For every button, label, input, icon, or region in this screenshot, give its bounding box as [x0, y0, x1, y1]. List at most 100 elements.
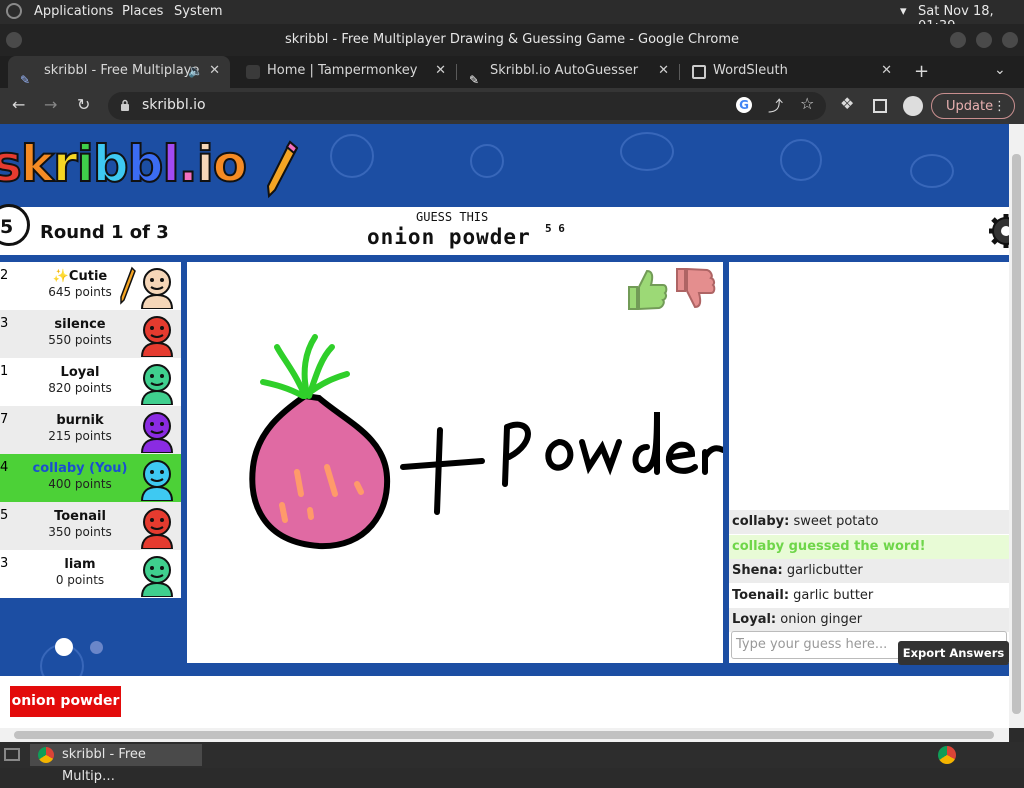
- share-icon[interactable]: ⤴: [768, 95, 783, 116]
- window-title-bar: skribbl - Free Multiplayer Drawing & Gue…: [0, 24, 1024, 56]
- skribbl-page: skribbl.io 5 Round 1 of 3 GUESS THIS oni…: [0, 124, 1009, 728]
- profile-avatar-icon[interactable]: [903, 96, 923, 116]
- wordsleuth-favicon-icon: [692, 65, 706, 79]
- player-points: 820 points: [48, 381, 112, 395]
- audio-playing-icon[interactable]: 🔈: [188, 56, 203, 86]
- guess-this-label: GUESS THIS: [416, 210, 489, 224]
- vertical-scroll-thumb[interactable]: [1012, 154, 1021, 714]
- tab-wordsleuth[interactable]: WordSleuth ✕: [680, 56, 902, 88]
- menu-system[interactable]: System: [174, 4, 222, 19]
- player-name: silence: [54, 317, 106, 332]
- extensions-puzzle-icon[interactable]: ❖: [840, 94, 854, 113]
- menu-places[interactable]: Places: [122, 4, 163, 19]
- background-doodle: [470, 144, 504, 178]
- tab-label: WordSleuth: [713, 63, 788, 78]
- tab-skribbl[interactable]: ✎ skribbl - Free Multiplaye 🔈 ✕: [8, 56, 230, 88]
- tab-strip: ✎ skribbl - Free Multiplaye 🔈 ✕ Home | T…: [0, 56, 1024, 88]
- lock-icon[interactable]: [120, 97, 130, 111]
- word-bar: [0, 676, 1009, 728]
- player-avatar: [136, 457, 178, 502]
- tab-label: skribbl - Free Multiplaye: [44, 63, 200, 78]
- player-points: 0 points: [55, 573, 105, 587]
- plus-sign-drawing: [400, 427, 485, 515]
- close-window-button[interactable]: [1002, 32, 1018, 48]
- word-length-hint: 5 6: [545, 222, 565, 235]
- player-row[interactable]: 1 Loyal 820 points: [0, 358, 181, 406]
- address-bar[interactable]: skribbl.io G ⤴ ☆: [108, 92, 826, 120]
- player-points: 400 points: [48, 477, 112, 491]
- horizontal-scroll-thumb[interactable]: [14, 731, 994, 739]
- tab-tampermonkey[interactable]: Home | Tampermonkey ✕: [234, 56, 456, 88]
- avatar-page-dot-active[interactable]: [55, 638, 73, 656]
- chat-text: sweet potato: [793, 514, 879, 529]
- thumbs-up-icon[interactable]: [625, 267, 669, 311]
- side-panel-icon[interactable]: [873, 99, 887, 113]
- player-rank: 5: [0, 508, 9, 523]
- player-points: 350 points: [48, 525, 112, 539]
- selected-word-badge[interactable]: onion powder: [10, 686, 121, 717]
- maximize-button[interactable]: [976, 32, 992, 48]
- background-doodle: [330, 134, 374, 178]
- player-row[interactable]: 3 silence 550 points: [0, 310, 181, 358]
- player-rank: 7: [0, 412, 9, 427]
- skribbl-logo[interactable]: skribbl.io: [0, 134, 248, 194]
- close-tab-icon[interactable]: ✕: [435, 56, 446, 86]
- powder-text-drawing: [502, 411, 723, 487]
- player-points: 215 points: [48, 429, 112, 443]
- chat-username: Shena:: [732, 563, 783, 578]
- settings-gear-icon[interactable]: [986, 213, 1009, 249]
- chat-text: garlic butter: [793, 587, 874, 603]
- close-tab-icon[interactable]: ✕: [658, 56, 669, 86]
- tab-label: Home | Tampermonkey: [267, 63, 418, 78]
- player-avatar: [136, 553, 178, 598]
- close-tab-icon[interactable]: ✕: [881, 56, 892, 86]
- player-row[interactable]: 7 burnik 215 points: [0, 406, 181, 454]
- chat-message: Loyal: onion ginger: [729, 608, 1009, 632]
- back-icon[interactable]: ←: [12, 95, 25, 114]
- player-rank: 1: [0, 364, 9, 379]
- player-rank: 2: [0, 268, 9, 283]
- chat-guessed-message: collaby guessed the word!: [729, 534, 1009, 559]
- background-doodle: [620, 132, 674, 171]
- player-avatar: [136, 361, 178, 406]
- new-tab-icon[interactable]: +: [914, 61, 929, 82]
- url-text[interactable]: skribbl.io: [142, 97, 206, 113]
- taskbar-chrome-window[interactable]: skribbl - Free Multip…: [30, 744, 202, 784]
- export-answers-button[interactable]: Export Answers: [898, 641, 1009, 665]
- player-row[interactable]: 5 Toenail 350 points: [0, 502, 181, 550]
- volume-icon[interactable]: ▾: [900, 4, 907, 19]
- browser-toolbar: ← → ↻ skribbl.io G ⤴ ☆ ❖ Update ⋮: [0, 88, 1024, 124]
- close-tab-icon[interactable]: ✕: [209, 56, 220, 86]
- chat-username: Loyal:: [732, 612, 777, 627]
- player-row[interactable]: 3 liam 0 points: [0, 550, 181, 598]
- chat-message: collaby: sweet potato: [729, 510, 1009, 534]
- timer-value: 5: [0, 216, 14, 238]
- google-translate-icon[interactable]: G: [736, 97, 752, 113]
- minimize-button[interactable]: [950, 32, 966, 48]
- horizontal-scrollbar[interactable]: [0, 728, 1009, 742]
- player-avatar: [136, 505, 178, 550]
- vertical-scrollbar[interactable]: [1009, 124, 1024, 728]
- system-logo-icon[interactable]: [6, 3, 22, 19]
- show-desktop-icon[interactable]: [4, 748, 20, 761]
- thumbs-down-icon[interactable]: [673, 267, 717, 311]
- avatar-page-dot[interactable]: [90, 641, 103, 654]
- logo-pencil-icon: [266, 140, 299, 200]
- update-button[interactable]: Update ⋮: [931, 93, 1015, 119]
- canvas-drawing: [249, 334, 723, 550]
- tab-autoguesser[interactable]: ✎ Skribbl.io AutoGuesser ✕: [457, 56, 679, 88]
- drawing-canvas[interactable]: [187, 262, 723, 663]
- onion-drawing: [249, 392, 391, 550]
- chat-panel: collaby: sweet potato collaby guessed the…: [729, 262, 1009, 663]
- player-row[interactable]: 4 collaby (You) 400 points: [0, 454, 181, 502]
- bookmark-star-icon[interactable]: ☆: [800, 94, 814, 113]
- tray-chrome-icon[interactable]: [938, 746, 956, 764]
- tab-search-chevron-icon[interactable]: ⌄: [994, 62, 1006, 78]
- chat-message: Shena: garlicbutter: [729, 559, 1009, 583]
- window-menu-icon[interactable]: [6, 32, 22, 48]
- reload-icon[interactable]: ↻: [77, 95, 90, 114]
- player-rank: 3: [0, 556, 9, 571]
- player-row[interactable]: 2 ✨Cutie 645 points: [0, 262, 181, 310]
- menu-applications[interactable]: Applications: [34, 4, 113, 19]
- forward-icon[interactable]: →: [44, 95, 57, 114]
